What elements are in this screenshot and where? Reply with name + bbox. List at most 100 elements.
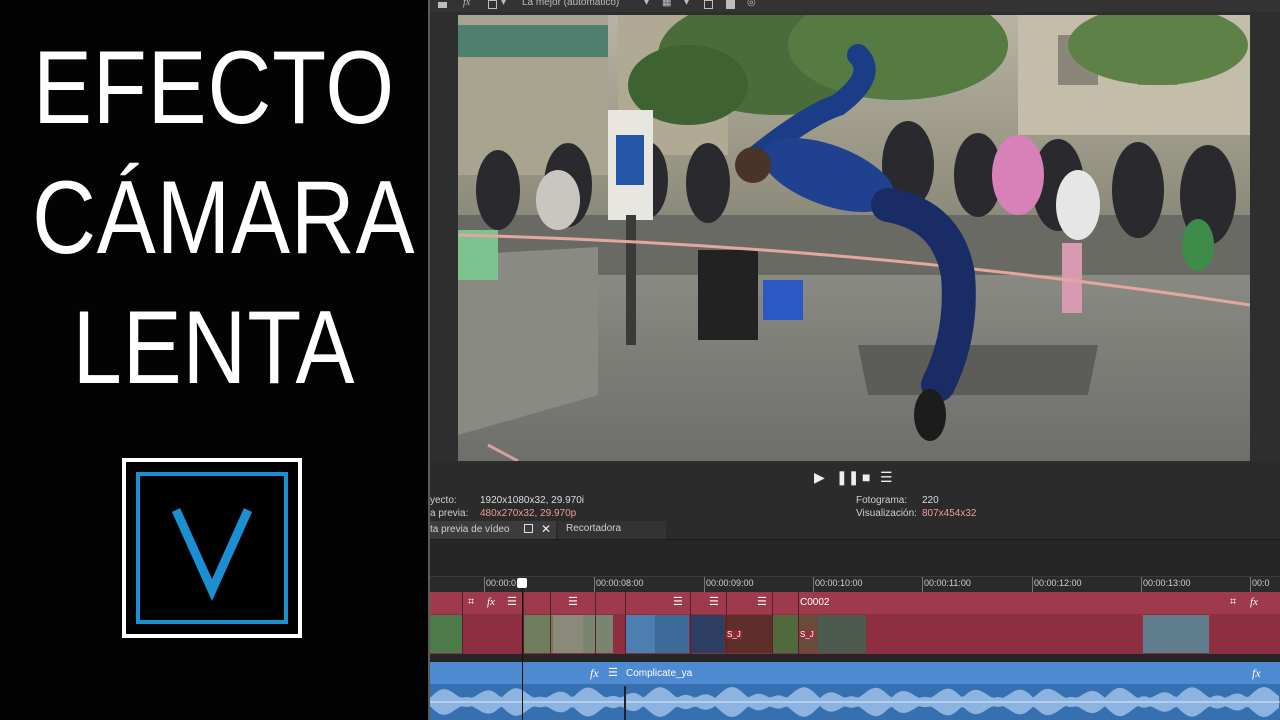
stop-icon[interactable]: ■ bbox=[862, 470, 870, 484]
event-separator bbox=[595, 592, 596, 654]
menu-icon[interactable]: ☰ bbox=[880, 470, 893, 484]
preview-label: a previa: bbox=[430, 508, 469, 519]
event-separator bbox=[523, 592, 524, 654]
project-label: yecto: bbox=[430, 495, 457, 506]
audio-waveform bbox=[430, 684, 1280, 720]
audio-event-header: fx ☰ Complicate_ya fx bbox=[430, 662, 1280, 684]
fx-icon[interactable]: fx bbox=[1250, 597, 1258, 608]
fx-icon[interactable]: fx bbox=[487, 597, 495, 608]
crop-icon[interactable]: ⌗ bbox=[468, 597, 474, 608]
video-preview-frame[interactable] bbox=[458, 15, 1250, 461]
event-menu-icon[interactable]: ☰ bbox=[757, 597, 767, 608]
clip-thumbnail[interactable] bbox=[1143, 615, 1209, 653]
fx-icon[interactable]: fx bbox=[1252, 666, 1261, 681]
play-icon[interactable]: ▶ bbox=[814, 470, 825, 484]
audio-event-label: Complicate_ya bbox=[626, 668, 693, 679]
ruler-tick bbox=[922, 577, 923, 593]
ruler-label: 00:00:08:00 bbox=[596, 578, 644, 588]
clip-thumbnail[interactable] bbox=[655, 615, 689, 653]
timeline-toolbar-area bbox=[430, 540, 1280, 576]
fx-icon[interactable]: fx bbox=[590, 666, 599, 681]
clip-thumbnail[interactable] bbox=[553, 615, 583, 653]
event-separator bbox=[690, 592, 691, 654]
playhead-handle[interactable] bbox=[517, 578, 527, 588]
ruler-label: 00:00:13:00 bbox=[1143, 578, 1191, 588]
clip-thumbnail[interactable] bbox=[772, 615, 798, 653]
tab-video-preview[interactable]: ta previa de vídeo ✕ bbox=[430, 521, 556, 539]
street-performer-photo bbox=[458, 15, 1250, 461]
audio-track[interactable]: fx ☰ Complicate_ya fx bbox=[430, 662, 1280, 720]
tab-trimmer[interactable]: Recortadora bbox=[558, 521, 666, 539]
track-separator bbox=[430, 654, 1280, 662]
clip-thumbnail[interactable] bbox=[523, 615, 553, 653]
ruler-label: 00:00:09:00 bbox=[706, 578, 754, 588]
video-event-label: C0002 bbox=[800, 597, 830, 608]
chevron-down-icon[interactable]: ▾ bbox=[501, 0, 506, 8]
ruler-tick bbox=[1032, 577, 1033, 593]
preview-info-bar: yecto: 1920x1080x32, 29.970i a previa: 4… bbox=[430, 492, 1280, 520]
clip-thumbnail[interactable] bbox=[690, 615, 724, 653]
ruler-label: 00:00:0 bbox=[486, 578, 517, 588]
window-tabs: ta previa de vídeo ✕ Recortadora bbox=[430, 521, 1280, 540]
close-icon[interactable]: ✕ bbox=[541, 521, 551, 537]
video-event-header bbox=[430, 592, 1280, 614]
ruler-tick bbox=[704, 577, 705, 593]
video-preview-area bbox=[430, 12, 1280, 462]
ruler-tick bbox=[594, 577, 595, 593]
event-separator bbox=[625, 592, 626, 654]
fx-icon[interactable]: fx bbox=[463, 0, 470, 8]
event-separator bbox=[462, 592, 463, 654]
event-separator bbox=[798, 592, 799, 654]
ruler-tick bbox=[484, 577, 485, 593]
clip-thumbnail[interactable] bbox=[625, 615, 655, 653]
title-line-2: CÁMARA bbox=[32, 160, 416, 276]
event-menu-icon[interactable]: ☰ bbox=[608, 666, 618, 679]
video-track[interactable]: ⌗ fx ☰ ☰ ☰ ☰ ☰ C0002 ⌗ fx S_J S_J bbox=[430, 592, 1280, 654]
chevron-down-icon[interactable]: ▾ bbox=[644, 0, 649, 8]
clip-thumbnail[interactable] bbox=[430, 615, 462, 653]
copy-frame-icon[interactable] bbox=[704, 0, 713, 9]
ruler-tick bbox=[1250, 577, 1251, 593]
preview-toolbar: fx ▾ La mejor (automático) ▾ ▦ ▾ ◎ bbox=[430, 0, 1280, 12]
grid-overlay-icon[interactable]: ▦ bbox=[662, 0, 671, 8]
project-value: 1920x1080x32, 29.970i bbox=[480, 495, 584, 506]
playhead-line[interactable] bbox=[522, 580, 523, 720]
edit-cursor[interactable] bbox=[624, 686, 626, 720]
event-menu-icon[interactable]: ☰ bbox=[709, 597, 719, 608]
editor-window: fx ▾ La mejor (automático) ▾ ▦ ▾ ◎ ▶ ❚❚ … bbox=[430, 0, 1280, 720]
ruler-label: 00:00:11:00 bbox=[924, 578, 971, 588]
clip-label: S_J bbox=[799, 630, 815, 639]
event-menu-icon[interactable]: ☰ bbox=[507, 597, 517, 608]
tab-video-preview-label: ta previa de vídeo bbox=[430, 524, 510, 535]
crop-icon[interactable]: ⌗ bbox=[1230, 597, 1236, 608]
clip-label: S_J bbox=[726, 630, 742, 639]
ruler-tick bbox=[1141, 577, 1142, 593]
display-value: 807x454x32 bbox=[922, 508, 977, 519]
timeline-ruler[interactable]: 00:00:0 00:00:08:00 00:00:09:00 00:00:10… bbox=[430, 576, 1280, 593]
split-screen-icon[interactable] bbox=[488, 0, 497, 9]
ruler-label: 00:00:12:00 bbox=[1034, 578, 1082, 588]
transport-controls: ▶ ❚❚ ■ ☰ bbox=[430, 462, 1280, 492]
quality-select[interactable]: La mejor (automático) bbox=[522, 0, 619, 8]
vegas-logo bbox=[122, 458, 302, 638]
event-menu-icon[interactable]: ☰ bbox=[568, 597, 578, 608]
preview-value: 480x270x32, 29.970p bbox=[480, 508, 577, 519]
properties-icon[interactable] bbox=[438, 2, 447, 8]
chevron-down-icon[interactable]: ▾ bbox=[684, 0, 689, 8]
clip-thumbnail[interactable] bbox=[583, 615, 613, 653]
event-separator bbox=[726, 592, 727, 654]
pause-icon[interactable]: ❚❚ bbox=[836, 470, 859, 484]
frame-label: Fotograma: bbox=[856, 495, 908, 506]
save-frame-icon[interactable] bbox=[726, 0, 735, 9]
event-menu-icon[interactable]: ☰ bbox=[673, 597, 683, 608]
event-separator bbox=[772, 592, 773, 654]
maximize-icon[interactable] bbox=[524, 524, 533, 533]
display-label: Visualización: bbox=[856, 508, 917, 519]
refresh-icon[interactable]: ◎ bbox=[747, 0, 756, 8]
waveform-graphic bbox=[430, 687, 1280, 717]
title-panel: EFECTO CÁMARA LENTA bbox=[0, 0, 428, 720]
title-line-3: LENTA bbox=[72, 290, 356, 406]
ruler-label: 00:0 bbox=[1252, 578, 1270, 588]
ruler-tick bbox=[813, 577, 814, 593]
clip-thumbnail[interactable] bbox=[818, 615, 866, 653]
